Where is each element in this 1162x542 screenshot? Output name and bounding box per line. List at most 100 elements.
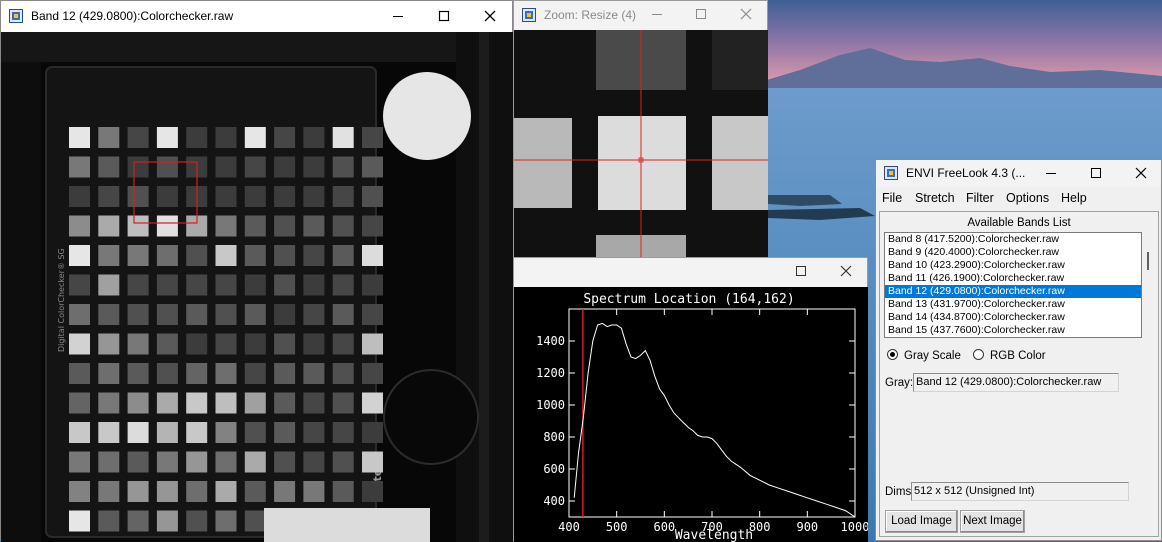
color-patch <box>127 186 149 207</box>
plot-maximize-button[interactable] <box>779 258 823 287</box>
gray-scale-radio[interactable] <box>887 349 898 360</box>
color-patch <box>274 245 296 266</box>
minimize-button[interactable] <box>376 1 420 32</box>
band-list-item[interactable]: Band 15 (437.7600):Colorchecker.raw <box>885 324 1141 337</box>
band-list-item[interactable]: Band 9 (420.4000):Colorchecker.raw <box>885 246 1141 259</box>
color-patch <box>362 127 383 148</box>
gray-scale-option[interactable]: Gray Scale <box>887 349 961 362</box>
zoom-window[interactable]: Zoom: Resize (4) <box>513 0 768 287</box>
band-list-item[interactable]: Band 8 (417.5200):Colorchecker.raw <box>885 233 1141 246</box>
color-patch <box>156 274 178 296</box>
band-list-item[interactable]: Band 14 (434.8700):Colorchecker.raw <box>885 311 1141 324</box>
color-patch <box>69 274 90 296</box>
zoom-close-button[interactable] <box>724 1 768 30</box>
color-patch <box>244 186 266 207</box>
color-patch <box>332 363 354 384</box>
color-patch <box>362 451 383 473</box>
band-image-window[interactable]: Band 12 (429.0800):Colorchecker.raw Digi… <box>0 0 513 542</box>
zoom-image-canvas[interactable] <box>514 30 768 287</box>
envi-app-icon <box>9 9 23 23</box>
color-patch <box>244 363 266 384</box>
colorchecker-card <box>45 66 377 538</box>
envi-minimize-button[interactable] <box>1031 160 1071 187</box>
spectrum-plot[interactable]: Spectrum Location (164,162) 400 500 600 700… <box>514 287 868 542</box>
color-patch <box>69 215 90 237</box>
maximize-button[interactable] <box>422 1 466 32</box>
dims-label: Dims <box>885 486 912 498</box>
scrollbar-thumb[interactable] <box>1147 252 1149 270</box>
band-list-item[interactable]: Band 10 (423.2900):Colorchecker.raw <box>885 259 1141 272</box>
color-patch <box>274 363 296 384</box>
color-patch <box>156 510 178 532</box>
menu-help[interactable]: Help <box>1061 191 1087 205</box>
menu-filter[interactable]: Filter <box>966 191 994 205</box>
color-patch <box>69 333 90 355</box>
color-patch <box>127 215 149 237</box>
spectrum-plot-window[interactable]: Spectrum Location (164,162) 400 500 600 700… <box>513 257 868 542</box>
menu-options[interactable]: Options <box>1006 191 1049 205</box>
envi-maximize-button[interactable] <box>1076 160 1116 187</box>
color-patch <box>127 156 149 178</box>
color-patch <box>274 392 296 414</box>
envi-window-title: ENVI FreeLook 4.3 (... <box>906 166 1026 180</box>
color-patch <box>186 510 208 532</box>
color-patch <box>274 186 296 207</box>
color-patch <box>303 333 325 355</box>
band-window-titlebar[interactable]: Band 12 (429.0800):Colorchecker.raw <box>1 1 512 32</box>
color-patch <box>362 333 383 355</box>
color-patch <box>156 186 178 207</box>
load-image-button[interactable]: Load Image <box>885 510 958 533</box>
plot-close-button[interactable] <box>824 258 868 287</box>
bottom-label-card <box>264 508 430 542</box>
close-icon <box>484 10 496 22</box>
band-list-item[interactable]: Band 11 (426.1900):Colorchecker.raw <box>885 272 1141 285</box>
zoom-window-titlebar[interactable]: Zoom: Resize (4) <box>514 1 767 30</box>
envi-window-titlebar[interactable]: ENVI FreeLook 4.3 (... <box>876 160 1161 187</box>
band-list-item-selected[interactable]: Band 12 (429.0800):Colorchecker.raw <box>885 285 1141 298</box>
envi-freelook-window[interactable]: ENVI FreeLook 4.3 (... File Stretch Filt… <box>875 159 1162 541</box>
x-tick-label: 400 <box>558 520 580 534</box>
menu-stretch[interactable]: Stretch <box>915 191 955 205</box>
color-patch <box>98 392 120 414</box>
envi-app-icon <box>884 166 898 180</box>
color-patch <box>127 245 149 266</box>
color-patch <box>244 215 266 237</box>
close-button[interactable] <box>468 1 512 32</box>
rgb-color-option[interactable]: RGB Color <box>973 349 1046 362</box>
rgb-color-radio[interactable] <box>973 349 984 360</box>
color-patch <box>98 304 120 325</box>
color-patch <box>303 392 325 414</box>
available-bands-list[interactable]: Band 8 (417.5200):Colorchecker.raw Band … <box>884 232 1142 338</box>
color-patch <box>127 333 149 355</box>
color-patch <box>186 274 208 296</box>
color-patch <box>69 363 90 384</box>
next-image-button[interactable]: Next Image <box>960 510 1025 533</box>
color-patch <box>332 215 354 237</box>
color-patch <box>215 392 237 414</box>
envi-main-panel: Available Bands List Band 8 (417.5200):C… <box>879 211 1159 537</box>
envi-app-icon <box>522 8 536 22</box>
envi-close-button[interactable] <box>1121 160 1161 187</box>
minimize-icon <box>652 14 662 15</box>
maximize-icon <box>1091 168 1101 178</box>
color-patch <box>127 422 149 443</box>
color-patch <box>303 156 325 178</box>
close-icon <box>1135 167 1147 179</box>
color-patch <box>274 156 296 178</box>
plot-window-titlebar[interactable] <box>514 258 867 287</box>
color-patch <box>303 127 325 148</box>
zoom-maximize-button[interactable] <box>679 1 723 30</box>
color-patch <box>98 186 120 207</box>
color-patch <box>127 451 149 473</box>
bands-list-scrollbar[interactable] <box>1142 232 1154 338</box>
zoom-minimize-button[interactable] <box>635 1 679 30</box>
gray-band-field[interactable]: Band 12 (429.0800):Colorchecker.raw <box>913 373 1119 392</box>
band-image-canvas[interactable]: Digital ColorChecker® SG x·rite <box>1 32 513 542</box>
band-list-item[interactable]: Band 13 (431.9700):Colorchecker.raw <box>885 298 1141 311</box>
color-patch <box>215 186 237 207</box>
color-patch <box>362 363 383 384</box>
y-tick-label: 600 <box>543 462 565 476</box>
color-patch <box>244 392 266 414</box>
color-patch <box>244 481 266 502</box>
menu-file[interactable]: File <box>882 191 902 205</box>
